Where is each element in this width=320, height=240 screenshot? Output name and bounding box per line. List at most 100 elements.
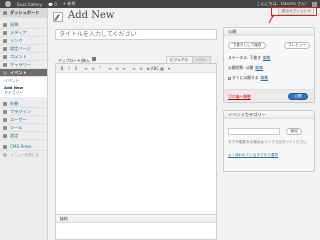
menu-appearance[interactable]: 外観 <box>0 100 47 108</box>
tab-visual[interactable]: ビジュアル <box>166 56 193 63</box>
menu-events[interactable]: イベント <box>0 69 47 77</box>
upload-media-icon[interactable] <box>92 57 96 61</box>
arrow-icon <box>268 14 274 23</box>
bold-icon[interactable]: B <box>59 65 65 71</box>
menu-settings[interactable]: 設定 <box>0 132 47 140</box>
menu-pages[interactable]: 固定ページ <box>0 45 47 53</box>
insert-link-icon[interactable]: ∞ <box>131 65 137 71</box>
pin-icon <box>3 22 7 27</box>
spellcheck-icon[interactable]: ABC <box>151 65 159 71</box>
tag-help-text: タグが複数ある場合はコンマで区切ってください <box>228 140 307 144</box>
align-left-icon[interactable]: ≡ <box>107 65 113 71</box>
menu-label: リンク <box>10 37 23 43</box>
tools-icon <box>3 125 7 130</box>
collapse-label: メニューを閉じる <box>10 152 39 157</box>
event-icon <box>3 70 7 75</box>
publish-button[interactable]: 公開 <box>288 93 308 100</box>
page-icon <box>3 46 7 51</box>
visibility-text: 公開状態: 公開 <box>228 65 254 70</box>
menu-cms-press[interactable]: CMS Press <box>0 143 47 151</box>
menu-label: ユーザー <box>10 116 27 122</box>
screen-options-highlight <box>271 7 317 16</box>
bullet-list-icon[interactable]: ≡ <box>83 65 89 71</box>
align-center-icon[interactable]: ≡ <box>114 65 120 71</box>
status-row: ステータス: 下書き 編集 <box>228 55 270 61</box>
dashboard-icon <box>3 10 7 15</box>
category-title[interactable]: イベントカテゴリー <box>224 111 314 119</box>
admin-menu: ダッシュボード 投稿 メディア リンク 固定ページ コメント ギャラリー イベン… <box>0 8 48 240</box>
submenu-categories[interactable]: カテゴリー <box>0 90 47 96</box>
event-category-box: イベントカテゴリー 追加 タグが複数ある場合はコンマで区切ってください よく使わ… <box>223 110 315 172</box>
strikethrough-icon[interactable]: S <box>73 65 79 71</box>
add-tag-button[interactable]: 追加 <box>286 128 302 135</box>
immediately-text: すぐに公開する <box>232 75 259 80</box>
users-icon <box>3 117 7 122</box>
comment-icon <box>3 54 7 59</box>
menu-label: ツール <box>10 124 23 130</box>
media-icon <box>3 30 7 35</box>
menu-label: ギャラリー <box>10 61 31 67</box>
new-content-link[interactable]: + 新規 <box>60 0 79 8</box>
blockquote-icon[interactable]: “ <box>97 65 103 71</box>
schedule-edit-link[interactable]: 編集 <box>261 75 269 80</box>
status-text: ステータス: 下書き <box>228 55 261 60</box>
comments-link[interactable]: 💬 0 <box>45 0 60 8</box>
new-tag-input[interactable] <box>228 128 280 135</box>
publish-box: 公開 下書きとして保存 プレビュー ステータス: 下書き 編集 公開状態: 公開編… <box>223 27 315 103</box>
post-title-input[interactable] <box>55 29 217 40</box>
schedule-row: すぐに公開する 編集 <box>228 75 268 81</box>
gallery-icon <box>3 62 7 67</box>
visibility-edit-link[interactable]: 編集 <box>255 65 263 70</box>
content-editor[interactable]: B I S ≡ ≡ “ ≡ ≡ ≡ ∞ ⊘ ≣ ABC ▦ ▾ パス: p 文字… <box>55 63 217 230</box>
menu-label: 外観 <box>10 100 19 106</box>
menu-label: イベント <box>10 69 27 75</box>
menu-posts[interactable]: 投稿 <box>0 21 47 29</box>
kitchen-sink-icon[interactable]: ▾ <box>166 65 172 71</box>
menu-comments[interactable]: コメント <box>0 53 47 61</box>
site-name-link[interactable]: Buzz Gallery <box>14 0 45 8</box>
menu-label: ダッシュボード <box>10 9 40 15</box>
publish-title[interactable]: 公開 <box>224 28 314 36</box>
publish-actions: ゴミ箱へ移動 公開 <box>224 89 314 102</box>
save-draft-button[interactable]: 下書きとして保存 <box>228 42 266 49</box>
status-edit-link[interactable]: 編集 <box>263 55 271 60</box>
preview-button[interactable]: プレビュー <box>284 42 310 49</box>
wordpress-icon <box>5 1 11 7</box>
fullscreen-icon[interactable]: ▦ <box>159 65 165 71</box>
menu-tools[interactable]: ツール <box>0 124 47 132</box>
menu-media[interactable]: メディア <box>0 29 47 37</box>
popular-tags-link[interactable]: よく使われているタグから選択 <box>228 153 278 158</box>
cms-icon <box>3 144 7 149</box>
italic-icon[interactable]: I <box>66 65 72 71</box>
link-icon <box>3 38 7 43</box>
menu-gallery[interactable]: ギャラリー <box>0 61 47 69</box>
menu-label: 設定 <box>10 132 19 138</box>
visibility-row: 公開状態: 公開 編集 <box>228 65 263 71</box>
page-title: Add New <box>68 10 115 21</box>
collapse-menu-button[interactable]: メニューを閉じる <box>0 151 47 159</box>
edit-page-icon <box>53 12 63 22</box>
excerpt-box: 抜粋 <box>55 214 217 240</box>
appearance-icon <box>3 101 7 106</box>
unlink-icon[interactable]: ⊘ <box>138 65 144 71</box>
avatar[interactable] <box>312 1 317 7</box>
plugin-icon <box>3 109 7 114</box>
menu-links[interactable]: リンク <box>0 37 47 45</box>
excerpt-title[interactable]: 抜粋 <box>56 215 216 223</box>
collapse-icon <box>3 153 7 157</box>
tab-html[interactable]: HTML <box>192 56 211 63</box>
calendar-icon <box>228 76 231 80</box>
menu-label: 投稿 <box>10 21 19 27</box>
menu-label: メディア <box>10 29 27 35</box>
move-to-trash-link[interactable]: ゴミ箱へ移動 <box>228 94 251 100</box>
wp-logo[interactable] <box>0 0 14 8</box>
menu-dashboard[interactable]: ダッシュボード <box>0 8 47 18</box>
comments-count: 0 <box>54 1 57 7</box>
numbered-list-icon[interactable]: ≡ <box>90 65 96 71</box>
menu-plugins[interactable]: プラグイン <box>0 108 47 116</box>
menu-label: 固定ページ <box>10 45 31 51</box>
menu-label: コメント <box>10 53 27 59</box>
align-right-icon[interactable]: ≡ <box>121 65 127 71</box>
menu-label: CMS Press <box>10 144 32 149</box>
menu-users[interactable]: ユーザー <box>0 116 47 124</box>
